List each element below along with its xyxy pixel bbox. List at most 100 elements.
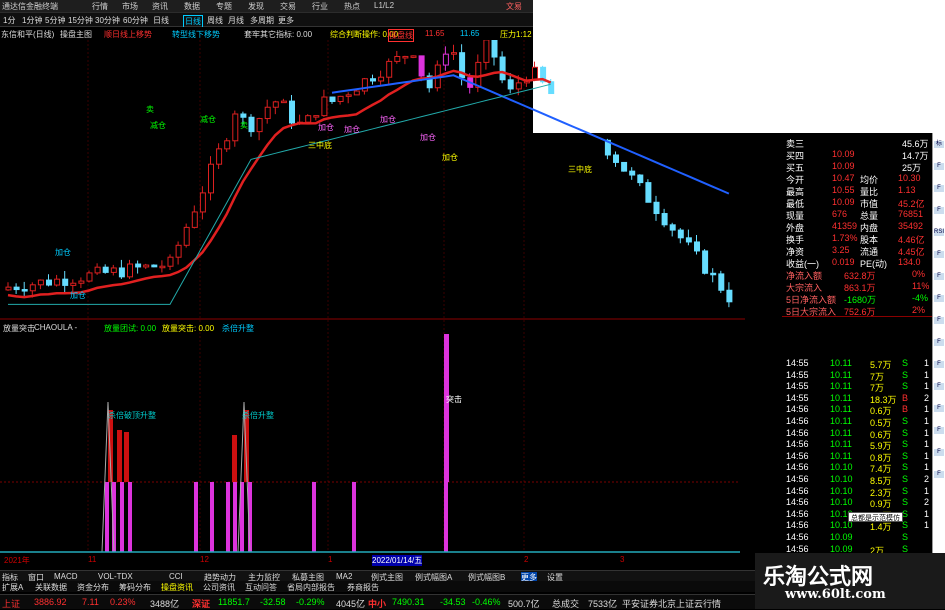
info-tab[interactable]: 扩展A (2, 582, 23, 593)
info-tab[interactable]: 互动问答 (245, 582, 277, 593)
info-tab[interactable]: 筹码分布 (119, 582, 151, 593)
menu-item-zixun[interactable]: 资讯 (152, 1, 168, 12)
candle-body (5, 286, 12, 291)
tool-button[interactable]: F (934, 405, 944, 412)
period-tab[interactable]: 月线 (228, 15, 244, 26)
menu-item-hangqing[interactable]: 行情 (92, 1, 108, 12)
tick-side: S (902, 474, 909, 484)
tick-count: 1 (924, 508, 930, 519)
tool-button[interactable]: F (934, 207, 944, 214)
quote-row: 买五 10.09 25万 (752, 161, 932, 173)
tick-price: 10.10 (830, 462, 853, 473)
tool-button[interactable]: F (934, 427, 944, 434)
quote-row: 净流入额 632.8万 0% (752, 269, 932, 281)
volume-surge-chart[interactable]: 杀倍破顶升整杀倍升整突击 1.201.000.800.600.400.200.0… (0, 320, 745, 565)
tool-button[interactable]: F (934, 471, 944, 478)
period-tab[interactable]: 60分钟 (123, 15, 148, 26)
menu-item-zhuanti[interactable]: 专题 (216, 1, 232, 12)
menu-item-jiaoyi[interactable]: 交易 (280, 1, 296, 12)
tool-button[interactable]: RSI (934, 229, 944, 236)
indicator-tab[interactable]: VOL-TDX (98, 572, 133, 581)
sub-signal-label: 杀倍破顶升整 (108, 410, 156, 420)
tick-side: S (902, 358, 909, 368)
candle-body (451, 52, 457, 55)
tick-row: 14:56 10.10 2.3万 S 1 (752, 486, 932, 498)
menu-item-hangye[interactable]: 行业 (312, 1, 328, 12)
tick-price: 10.11 (830, 404, 852, 415)
tool-button[interactable]: F (934, 251, 944, 258)
period-tab[interactable]: 日线 (153, 15, 169, 26)
site-watermark-logo: 乐淘公式网 www.60lt.com (755, 553, 945, 609)
quote-row: 今开 10.47 均价 10.30 (752, 173, 932, 185)
candle-body (272, 101, 279, 108)
candle-body (337, 95, 344, 102)
candle-body (402, 55, 409, 59)
tool-button[interactable]: 标 (934, 141, 944, 148)
candlestick-chart[interactable]: 减仓减仓加仓加仓加仓三中底三中底加仓加仓加仓加仓卖卖 13.5013.0012.… (0, 40, 745, 320)
menu-item-faxian[interactable]: 发现 (248, 1, 264, 12)
info-tab[interactable]: 公司资讯 (203, 582, 235, 593)
status-item: 500.7亿 (508, 599, 540, 609)
tick-price: 10.11 (830, 358, 852, 368)
quote-value: 1.73% (832, 233, 858, 243)
candle-body (370, 78, 376, 82)
tick-count: 1 (924, 369, 930, 380)
info-tab[interactable]: 券商报告 (347, 582, 379, 593)
volume-bar (226, 482, 230, 552)
watermark-url: www.60lt.com (785, 587, 886, 602)
menu-item-redian[interactable]: 热点 (344, 1, 360, 12)
period-tab[interactable]: 1分 (3, 15, 15, 26)
tool-button[interactable]: F (934, 361, 944, 368)
tick-price: 10.11 (830, 450, 852, 461)
tick-count: 1 (924, 416, 930, 426)
tool-button[interactable]: F (934, 295, 944, 302)
menu-item-shichang[interactable]: 市场 (122, 1, 138, 12)
quote-value: 10.09 (832, 161, 855, 171)
candle-body (29, 284, 36, 292)
tick-row: 14:56 10.10 0.9万 S 2 (752, 497, 932, 509)
indicator-item[interactable]: 操盘主图 (60, 29, 92, 40)
period-tab[interactable]: 15分钟 (68, 15, 93, 26)
tool-button[interactable]: F (934, 449, 944, 456)
candle-body (216, 148, 223, 165)
tool-button[interactable]: F (934, 273, 944, 280)
candle-body (613, 154, 619, 163)
info-tab[interactable]: 省局内部报告 (287, 582, 335, 593)
period-tab[interactable]: 5分钟 (45, 15, 65, 26)
period-tab[interactable]: 1分钟 (22, 15, 42, 26)
index-status-bar: 上证 3886.92 7.11 0.23% 3488亿 深证 11851.7 -32.58 -0… (0, 594, 755, 609)
tick-side: S (902, 462, 909, 473)
candle-body (151, 264, 158, 268)
candle-body (46, 279, 52, 286)
indicator-tab[interactable]: MA2 (336, 572, 352, 581)
surge-bar (124, 432, 129, 482)
candle-body (548, 81, 555, 95)
right-tool-strip: 标 F F F RSI F F F F F F F F F F F (932, 133, 945, 553)
tick-count: 1 (924, 404, 930, 415)
info-tab[interactable]: 资金分布 (77, 582, 109, 593)
info-tab[interactable]: 操盘资讯 (161, 582, 193, 593)
quote-divider (782, 316, 932, 317)
tool-button[interactable]: F (934, 339, 944, 346)
period-tab[interactable]: 30分钟 (95, 15, 120, 26)
title-right[interactable]: 文易 (506, 1, 522, 12)
period-tab[interactable]: 多周期 (250, 15, 274, 26)
volume-bar (194, 482, 198, 552)
tool-button[interactable]: F (934, 383, 944, 390)
indicator-tab[interactable]: CCI (169, 572, 183, 581)
period-tab[interactable]: 周线 (207, 15, 223, 26)
tool-button[interactable]: F (934, 185, 944, 192)
menu-item-shuju[interactable]: 数据 (184, 1, 200, 12)
tool-button[interactable]: F (934, 317, 944, 324)
indicator-tab[interactable]: MACD (54, 572, 78, 581)
quote-row: 现量 676 总量 76851 (752, 209, 932, 221)
tool-button[interactable]: F (934, 163, 944, 170)
tick-count: 1 (924, 358, 930, 368)
menu-item-l1l2[interactable]: L1/L2 (374, 1, 394, 10)
indicator-item: 转型线下移势 (172, 30, 220, 39)
period-tab[interactable]: 更多 (278, 15, 294, 26)
tick-price: 10.10 (830, 474, 853, 484)
tick-time: 14:56 (786, 427, 809, 438)
info-tab[interactable]: 关联数据 (35, 582, 67, 593)
status-item: 总成交 (552, 599, 580, 609)
